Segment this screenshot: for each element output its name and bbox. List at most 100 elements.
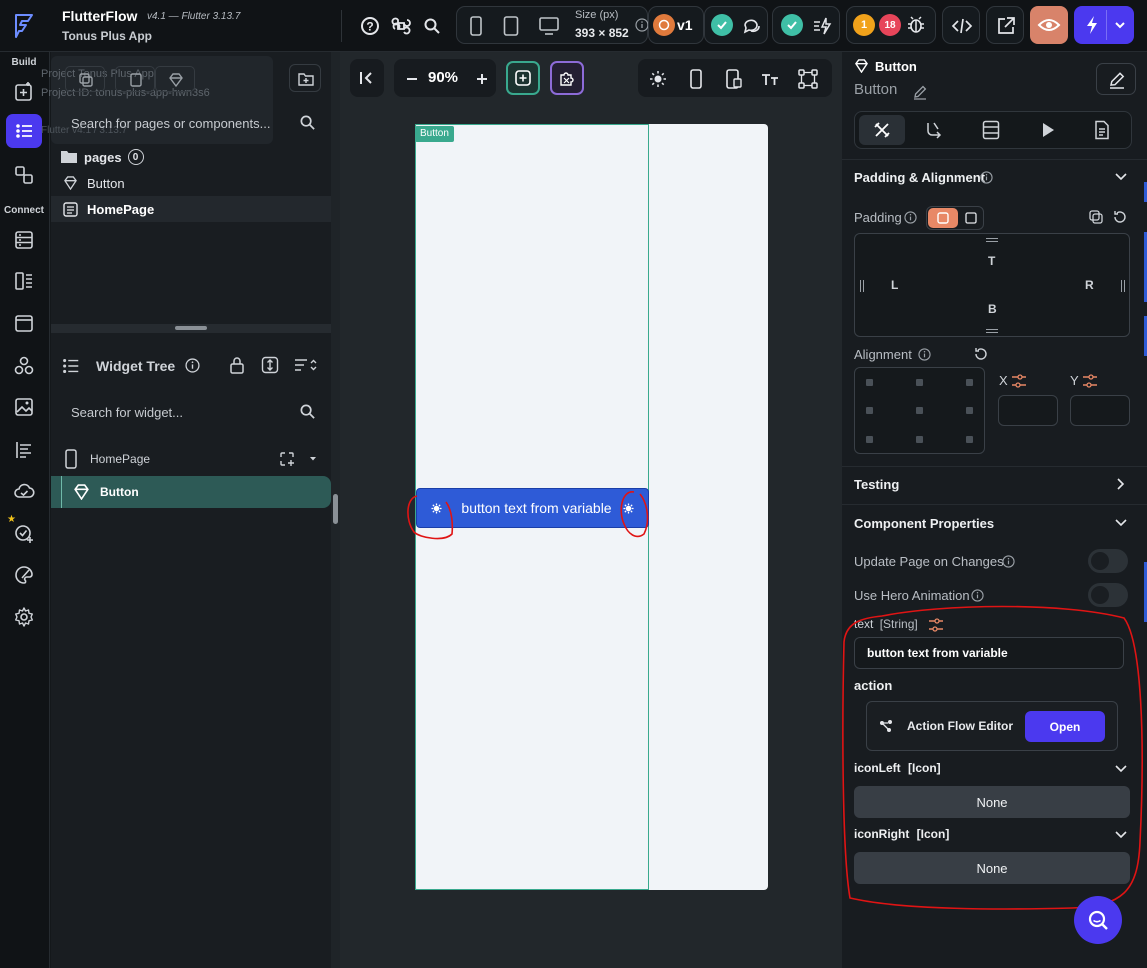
- alignment-y-input[interactable]: [1070, 395, 1130, 426]
- info-icon[interactable]: [185, 358, 200, 373]
- tab-backend-query[interactable]: [925, 121, 945, 139]
- info-icon[interactable]: [635, 18, 649, 32]
- tablet-icon[interactable]: [503, 16, 519, 36]
- search-icon[interactable]: [299, 403, 316, 420]
- zoom-level[interactable]: 90%: [428, 69, 458, 86]
- integrations-icon[interactable]: [6, 349, 42, 383]
- widget-name[interactable]: Button: [854, 81, 897, 98]
- open-external-button[interactable]: [986, 6, 1024, 44]
- phone-frame-icon[interactable]: [684, 67, 708, 91]
- testing-title[interactable]: Testing: [854, 477, 899, 492]
- info-icon[interactable]: [1002, 555, 1015, 568]
- left-handle[interactable]: [860, 280, 861, 292]
- tab-properties[interactable]: [859, 115, 905, 145]
- caret-down-icon[interactable]: [309, 456, 317, 462]
- issues-indicator[interactable]: 1 18: [846, 6, 936, 44]
- theme-icon[interactable]: [6, 558, 42, 592]
- tree-item-button-selected[interactable]: Button: [51, 476, 331, 508]
- tab-generate-children[interactable]: [982, 120, 1000, 140]
- reset-icon[interactable]: [973, 346, 989, 362]
- reset-icon[interactable]: [1112, 209, 1128, 225]
- variable-icon[interactable]: [1082, 374, 1098, 388]
- database-icon[interactable]: [6, 223, 42, 257]
- help-icon[interactable]: ?: [354, 10, 386, 42]
- search-icon[interactable]: [416, 10, 448, 42]
- tree-item-homepage[interactable]: HomePage: [51, 446, 331, 472]
- preview-button[interactable]: [1030, 6, 1068, 44]
- pages-folder[interactable]: pages 0: [51, 146, 331, 168]
- flutterflow-logo-icon[interactable]: [10, 11, 38, 39]
- component-filter-button[interactable]: [155, 66, 195, 92]
- panel-resize-handle[interactable]: [51, 324, 331, 333]
- padding-alignment-title[interactable]: Padding & Alignment: [854, 170, 985, 185]
- ai-gen-button[interactable]: [550, 61, 584, 95]
- image-icon[interactable]: [6, 390, 42, 424]
- add-page-icon[interactable]: [6, 74, 42, 108]
- alignment-x-input[interactable]: [998, 395, 1058, 426]
- version-control[interactable]: v1: [648, 6, 704, 44]
- padding-mode-uniform[interactable]: [965, 212, 977, 224]
- add-widget-icon[interactable]: [278, 450, 296, 468]
- expand-collapse-icon[interactable]: [261, 356, 279, 374]
- phone-icon[interactable]: [469, 16, 483, 36]
- chevron-right-icon[interactable]: [1116, 477, 1126, 491]
- add-folder-button[interactable]: [289, 64, 321, 92]
- media-assets-icon[interactable]: [6, 306, 42, 340]
- info-icon[interactable]: [918, 348, 931, 361]
- padding-mode-individual[interactable]: [928, 208, 958, 228]
- tab-documentation[interactable]: [1093, 120, 1111, 140]
- page-search-input[interactable]: Search for pages or components...: [59, 106, 325, 140]
- info-icon[interactable]: [980, 171, 993, 184]
- zoom-in-icon[interactable]: [470, 67, 494, 91]
- alignment-grid[interactable]: [854, 367, 985, 454]
- search-icon[interactable]: [299, 114, 316, 131]
- right-handle[interactable]: [1121, 280, 1122, 292]
- padding-editor[interactable]: T L R B: [854, 233, 1130, 337]
- page-list-item-button[interactable]: Button: [51, 172, 331, 194]
- brightness-icon[interactable]: [646, 67, 670, 91]
- build-status[interactable]: [772, 6, 840, 44]
- edit-component-button[interactable]: [1096, 63, 1136, 95]
- size-value[interactable]: 393 × 852: [575, 26, 629, 40]
- command-icon[interactable]: [385, 10, 417, 42]
- chevron-down-icon[interactable]: [1114, 20, 1126, 30]
- widget-tree-icon[interactable]: [6, 114, 42, 148]
- widget-search-input[interactable]: Search for widget...: [59, 395, 325, 429]
- code-view-button[interactable]: [942, 6, 980, 44]
- text-size-icon[interactable]: [758, 67, 782, 91]
- storyboard-icon[interactable]: [6, 433, 42, 467]
- page-filter-button[interactable]: [115, 66, 155, 92]
- support-chat-button[interactable]: [1074, 896, 1122, 944]
- zoom-out-icon[interactable]: [400, 67, 424, 91]
- chevron-down-icon[interactable]: [1114, 170, 1128, 182]
- copy-icon[interactable]: [1088, 209, 1104, 225]
- panel-splitter[interactable]: [331, 52, 340, 968]
- top-handle[interactable]: [986, 238, 998, 239]
- collaboration-status[interactable]: [704, 6, 768, 44]
- desktop-icon[interactable]: [539, 17, 559, 35]
- project-name[interactable]: Tonus Plus App: [62, 29, 152, 43]
- settings-icon[interactable]: [6, 600, 42, 634]
- variable-icon[interactable]: [1011, 374, 1027, 388]
- lock-icon[interactable]: [229, 356, 245, 374]
- edit-name-icon[interactable]: [912, 84, 928, 100]
- align-grid-icon[interactable]: [796, 67, 820, 91]
- add-widget-canvas-button[interactable]: [506, 61, 540, 95]
- bottom-handle[interactable]: [986, 329, 998, 330]
- collapse-panel-button[interactable]: [350, 59, 384, 97]
- run-button[interactable]: [1074, 6, 1134, 44]
- widget-filter-button[interactable]: [65, 66, 105, 92]
- info-icon[interactable]: [904, 211, 917, 224]
- components-icon[interactable]: [6, 158, 42, 192]
- cloud-functions-icon[interactable]: [6, 474, 42, 508]
- sort-icon[interactable]: [293, 357, 317, 373]
- checklist-icon[interactable]: [6, 516, 42, 550]
- component-properties-title[interactable]: Component Properties: [854, 516, 994, 531]
- api-calls-icon[interactable]: [6, 264, 42, 298]
- chevron-down-icon[interactable]: [1114, 516, 1128, 528]
- page-list-item-homepage[interactable]: HomePage: [51, 196, 331, 222]
- tab-animations[interactable]: [1041, 122, 1055, 138]
- device-layout-icon[interactable]: [722, 67, 746, 91]
- info-icon[interactable]: [971, 589, 984, 602]
- update-page-toggle[interactable]: [1088, 549, 1128, 573]
